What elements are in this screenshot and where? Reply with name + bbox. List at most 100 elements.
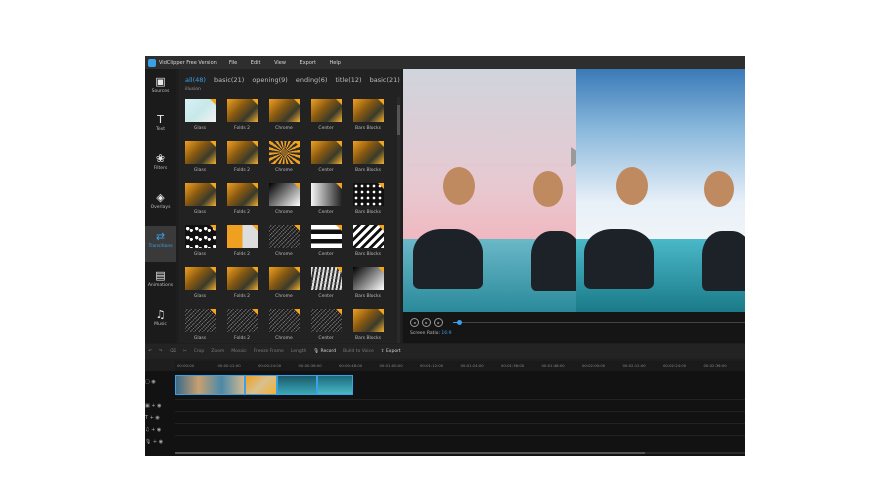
- timeline-scrollbar[interactable]: [175, 452, 745, 454]
- menu-file[interactable]: File: [229, 60, 237, 66]
- transition-thumbnail[interactable]: [310, 99, 342, 122]
- transition-thumbnail[interactable]: [310, 183, 342, 206]
- next-frame-icon[interactable]: ▸: [434, 318, 443, 327]
- transition-tile[interactable]: Chrome: [267, 141, 301, 173]
- playback-progress[interactable]: [453, 320, 745, 325]
- sidebar-item-transitions[interactable]: ⇄ Transitions: [145, 226, 176, 262]
- undo-icon[interactable]: ↶: [148, 349, 152, 354]
- tab-opening[interactable]: opening(9): [252, 76, 287, 84]
- transition-thumbnail[interactable]: [184, 309, 216, 332]
- video-clip[interactable]: [317, 375, 353, 395]
- zoom-button[interactable]: Zoom: [211, 349, 224, 354]
- transition-thumbnail[interactable]: [184, 183, 216, 206]
- transition-tile[interactable]: Glass: [183, 183, 217, 215]
- library-scrollbar[interactable]: [397, 97, 400, 343]
- transition-tile[interactable]: Center: [309, 309, 343, 341]
- video-track-header[interactable]: ▢ ◉: [145, 379, 175, 385]
- screen-ratio-value[interactable]: 16:9: [441, 331, 451, 336]
- transition-tile[interactable]: Folds 2: [225, 267, 259, 299]
- transition-tile[interactable]: Glass: [183, 141, 217, 173]
- transition-thumbnail[interactable]: [352, 99, 384, 122]
- transition-tile[interactable]: Bars Blocks: [351, 225, 385, 257]
- transition-thumbnail[interactable]: [310, 309, 342, 332]
- export-button[interactable]: ⇪ Export: [381, 349, 401, 354]
- video-clip[interactable]: [277, 375, 317, 395]
- redo-icon[interactable]: ↷: [159, 349, 163, 354]
- transition-thumbnail[interactable]: [352, 225, 384, 248]
- transition-thumbnail[interactable]: [268, 309, 300, 332]
- transition-thumbnail[interactable]: [268, 99, 300, 122]
- tab-basic-2[interactable]: basic(21): [370, 76, 400, 84]
- transition-thumbnail[interactable]: [352, 183, 384, 206]
- tab-ending[interactable]: ending(6): [296, 76, 328, 84]
- transition-thumbnail[interactable]: [310, 225, 342, 248]
- transition-tile[interactable]: Folds 2: [225, 141, 259, 173]
- sidebar-item-music[interactable]: ♫ Music: [145, 304, 176, 340]
- music-track-header[interactable]: ♫ + ◉: [145, 427, 175, 433]
- transition-thumbnail[interactable]: [352, 267, 384, 290]
- transition-thumbnail[interactable]: [268, 183, 300, 206]
- transition-tile[interactable]: Bars Blocks: [351, 141, 385, 173]
- mosaic-button[interactable]: Mosaic: [231, 349, 246, 354]
- transition-thumbnail[interactable]: [226, 183, 258, 206]
- voice-track-header[interactable]: 🎙 + ◉: [145, 439, 175, 445]
- subcategory-label[interactable]: illusion: [185, 87, 201, 92]
- split-icon[interactable]: ✂: [183, 349, 187, 354]
- transition-tile[interactable]: Folds 2: [225, 225, 259, 257]
- transition-thumbnail[interactable]: [226, 267, 258, 290]
- sidebar-item-overlays[interactable]: ◈ Overlays: [145, 187, 176, 223]
- timeline-scrollbar-thumb[interactable]: [175, 452, 645, 454]
- menu-export[interactable]: Export: [300, 60, 316, 66]
- build-to-voice-button[interactable]: Build to Voice: [343, 349, 374, 354]
- transition-thumbnail[interactable]: [184, 225, 216, 248]
- transition-tile[interactable]: Center: [309, 99, 343, 131]
- transition-tile[interactable]: Glass: [183, 99, 217, 131]
- transition-thumbnail[interactable]: [268, 267, 300, 290]
- progress-handle[interactable]: [456, 320, 462, 325]
- text-track-header[interactable]: T + ◉: [145, 415, 175, 421]
- transition-thumbnail[interactable]: [184, 141, 216, 164]
- transition-tile[interactable]: Bars Blocks: [351, 309, 385, 341]
- menu-help[interactable]: Help: [330, 60, 341, 66]
- video-clip[interactable]: [175, 375, 245, 395]
- transition-tile[interactable]: Glass: [183, 267, 217, 299]
- tab-all[interactable]: all(48): [185, 76, 206, 84]
- delete-icon[interactable]: ⌫: [170, 349, 176, 354]
- transition-tile[interactable]: Folds 2: [225, 99, 259, 131]
- transition-tile[interactable]: Bars Blocks: [351, 183, 385, 215]
- transition-thumbnail[interactable]: [184, 267, 216, 290]
- transition-tile[interactable]: Chrome: [267, 309, 301, 341]
- transition-tile[interactable]: Center: [309, 141, 343, 173]
- sidebar-item-filters[interactable]: ❀ Filters: [145, 148, 176, 184]
- transition-tile[interactable]: Glass: [183, 225, 217, 257]
- video-clip[interactable]: [245, 375, 277, 395]
- transition-tile[interactable]: Chrome: [267, 225, 301, 257]
- play-icon[interactable]: ▸: [422, 318, 431, 327]
- crop-button[interactable]: Crop: [194, 349, 205, 354]
- scrollbar-thumb[interactable]: [397, 105, 400, 135]
- transition-tile[interactable]: Center: [309, 183, 343, 215]
- transition-tile[interactable]: Center: [309, 267, 343, 299]
- sidebar-item-text[interactable]: T Text: [145, 109, 176, 145]
- transition-thumbnail[interactable]: [310, 267, 342, 290]
- screen-ratio[interactable]: Screen Ratio: 16:9: [410, 331, 452, 336]
- transition-tile[interactable]: Folds 2: [225, 183, 259, 215]
- transition-tile[interactable]: Folds 2: [225, 309, 259, 341]
- previous-frame-icon[interactable]: ◂: [410, 318, 419, 327]
- timeline-ruler[interactable]: 00:00:00 00:00:12:00 00:00:24:00 00:00:36:0…: [175, 361, 745, 371]
- transition-thumbnail[interactable]: [352, 309, 384, 332]
- menu-view[interactable]: View: [274, 60, 286, 66]
- transition-thumbnail[interactable]: [226, 309, 258, 332]
- transition-thumbnail[interactable]: [226, 225, 258, 248]
- length-button[interactable]: Length: [291, 349, 307, 354]
- tab-basic[interactable]: basic(21): [214, 76, 244, 84]
- transition-tile[interactable]: Glass: [183, 309, 217, 341]
- menu-edit[interactable]: Edit: [251, 60, 261, 66]
- transition-tile[interactable]: Bars Blocks: [351, 267, 385, 299]
- record-button[interactable]: 🎙 Record: [313, 349, 336, 354]
- transition-thumbnail[interactable]: [226, 141, 258, 164]
- transition-tile[interactable]: Chrome: [267, 183, 301, 215]
- transition-thumbnail[interactable]: [184, 99, 216, 122]
- transition-thumbnail[interactable]: [226, 99, 258, 122]
- tab-title[interactable]: title(12): [335, 76, 361, 84]
